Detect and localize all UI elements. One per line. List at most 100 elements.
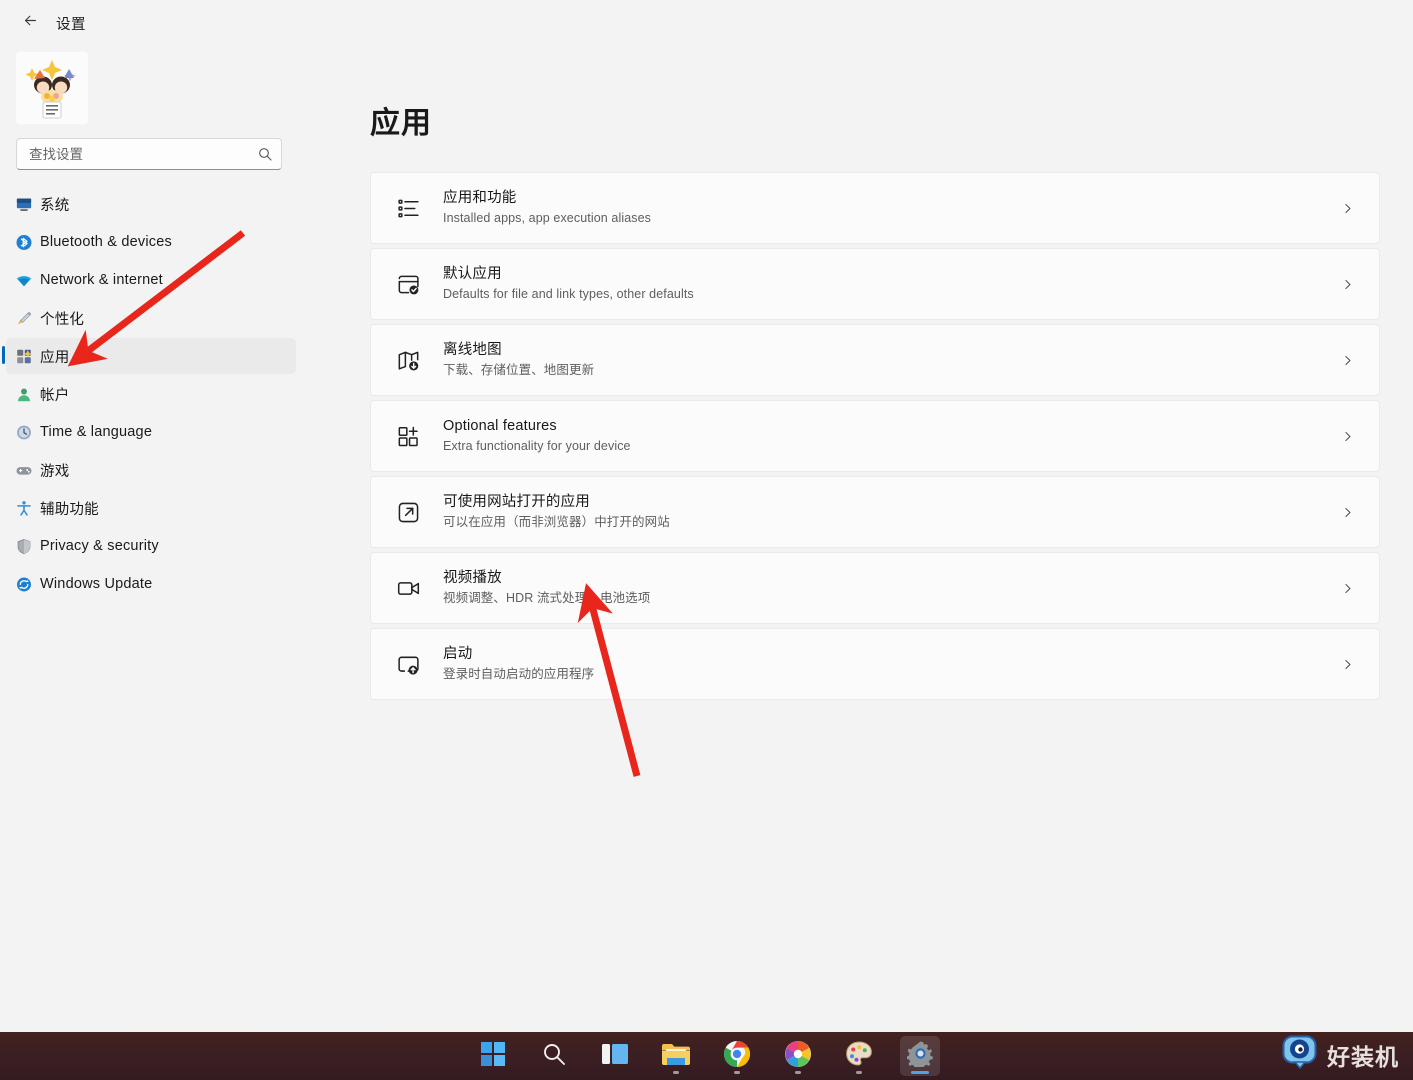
sidebar-item-label: Network & internet <box>40 272 163 288</box>
page-title: 应用 <box>370 107 432 140</box>
card-subtitle: Extra functionality for your device <box>443 439 631 454</box>
card-title: 视频播放 <box>443 570 502 586</box>
card-title: 离线地图 <box>443 342 502 358</box>
start-button[interactable] <box>473 1036 513 1076</box>
file-explorer[interactable] <box>656 1036 696 1076</box>
time-language-icon <box>14 423 33 442</box>
accessibility-icon <box>14 499 33 518</box>
card-title: 应用和功能 <box>443 190 517 206</box>
chevron-right-icon[interactable] <box>1337 278 1357 291</box>
personalization-icon <box>14 309 33 328</box>
system-icon <box>14 195 33 214</box>
card-title: 启动 <box>443 646 473 662</box>
nav-list: 系统 Bluetooth & devices Network & internet 个… <box>0 182 296 604</box>
chevron-right-icon[interactable] <box>1337 506 1357 519</box>
chevron-right-icon[interactable] <box>1337 202 1357 215</box>
window-body: 系统 Bluetooth & devices Network & internet 个… <box>0 46 1413 1032</box>
sidebar-item-label: Bluetooth & devices <box>40 234 172 250</box>
taskbar: 好装机 <box>0 1032 1413 1080</box>
settings-card[interactable]: 应用和功能 Installed apps, app execution alias… <box>370 172 1380 244</box>
sidebar-item-4[interactable]: 个性化 <box>6 300 296 336</box>
card-text: 应用和功能 Installed apps, app execution alias… <box>443 189 1337 227</box>
paint-app[interactable] <box>839 1036 879 1076</box>
card-title: 可使用网站打开的应用 <box>443 494 590 510</box>
sidebar-item-label: 应用 <box>40 349 70 366</box>
card-text: Optional features Extra functionality for… <box>443 417 1337 455</box>
sidebar-item-label: 辅助功能 <box>40 501 99 518</box>
gaming-icon <box>14 461 33 480</box>
card-subtitle: 登录时自动启动的应用程序 <box>443 667 595 682</box>
card-text: 默认应用 Defaults for file and link types, ot… <box>443 265 1337 303</box>
card-subtitle: 可以在应用（而非浏览器）中打开的网站 <box>443 515 670 530</box>
settings-card-list: 应用和功能 Installed apps, app execution alias… <box>370 172 1380 700</box>
search-icon <box>541 1041 567 1072</box>
paint-palette-icon <box>845 1040 873 1073</box>
sidebar-item-8[interactable]: 游戏 <box>6 452 296 488</box>
startup-icon <box>391 649 425 679</box>
sidebar-item-7[interactable]: Time & language <box>6 414 296 450</box>
apps-for-websites-icon <box>391 497 425 527</box>
settings-card[interactable]: 离线地图下载、存储位置、地图更新 <box>370 324 1380 396</box>
windows-update-icon <box>14 575 33 594</box>
user-avatar <box>16 52 88 124</box>
back-button[interactable] <box>14 7 46 39</box>
sidebar-item-2[interactable]: Bluetooth & devices <box>6 224 296 260</box>
settings-card[interactable]: 默认应用 Defaults for file and link types, ot… <box>370 248 1380 320</box>
card-title: Optional features <box>443 418 557 434</box>
watermark-text: 好装机 <box>1327 1044 1399 1071</box>
task-view-icon <box>601 1042 629 1071</box>
search-wrap <box>0 134 296 182</box>
privacy-shield-icon <box>14 537 33 556</box>
search-button[interactable] <box>534 1036 574 1076</box>
chevron-right-icon[interactable] <box>1337 658 1357 671</box>
video-playback-icon <box>391 573 425 603</box>
card-subtitle: 下载、存储位置、地图更新 <box>443 363 595 378</box>
watermark: 好装机 <box>1282 1035 1399 1074</box>
wifi-icon <box>14 271 33 290</box>
search-input[interactable] <box>29 146 257 162</box>
sidebar-item-label: 帐户 <box>40 387 70 404</box>
optional-features-icon <box>391 421 425 451</box>
sidebar-item-label: 游戏 <box>40 463 70 480</box>
search-icon[interactable] <box>257 146 273 162</box>
sidebar-item-1[interactable]: 系统 <box>6 186 296 222</box>
chevron-right-icon[interactable] <box>1337 430 1357 443</box>
sidebar-item-10[interactable]: Privacy & security <box>6 528 296 564</box>
folder-icon <box>661 1041 691 1072</box>
running-indicator <box>673 1071 679 1074</box>
taskbar-icons <box>473 1036 940 1076</box>
search-box[interactable] <box>16 138 282 170</box>
default-apps-icon <box>391 269 425 299</box>
browser-app[interactable] <box>778 1036 818 1076</box>
card-subtitle: Installed apps, app execution aliases <box>443 211 652 226</box>
google-chrome[interactable] <box>717 1036 757 1076</box>
card-text: 可使用网站打开的应用可以在应用（而非浏览器）中打开的网站 <box>443 493 1337 531</box>
running-indicator <box>911 1071 929 1074</box>
sidebar-item-11[interactable]: Windows Update <box>6 566 296 602</box>
sidebar-item-3[interactable]: Network & internet <box>6 262 296 298</box>
chevron-right-icon[interactable] <box>1337 582 1357 595</box>
bluetooth-icon <box>14 233 33 252</box>
titlebar: 设置 <box>0 0 1413 46</box>
settings-card[interactable]: 可使用网站打开的应用可以在应用（而非浏览器）中打开的网站 <box>370 476 1380 548</box>
sidebar-item-label: Windows Update <box>40 576 153 592</box>
card-text: 视频播放视频调整、HDR 流式处理、电池选项 <box>443 569 1337 607</box>
task-view-button[interactable] <box>595 1036 635 1076</box>
card-subtitle: 视频调整、HDR 流式处理、电池选项 <box>443 591 651 606</box>
avatar[interactable] <box>16 52 88 124</box>
settings-app[interactable] <box>900 1036 940 1076</box>
window-title: 设置 <box>56 16 86 33</box>
card-text: 启动登录时自动启动的应用程序 <box>443 645 1337 683</box>
back-arrow-icon <box>22 12 39 34</box>
monitor-eye-logo <box>1282 1035 1320 1074</box>
sidebar-item-9[interactable]: 辅助功能 <box>6 490 296 526</box>
chevron-right-icon[interactable] <box>1337 354 1357 367</box>
apps-icon <box>14 347 33 366</box>
gear-icon <box>906 1040 934 1072</box>
settings-card[interactable]: 视频播放视频调整、HDR 流式处理、电池选项 <box>370 552 1380 624</box>
sidebar-item-label: 个性化 <box>40 311 85 328</box>
settings-card[interactable]: Optional features Extra functionality for… <box>370 400 1380 472</box>
sidebar-item-5[interactable]: 应用 <box>2 338 296 374</box>
sidebar-item-6[interactable]: 帐户 <box>6 376 296 412</box>
settings-card[interactable]: 启动登录时自动启动的应用程序 <box>370 628 1380 700</box>
